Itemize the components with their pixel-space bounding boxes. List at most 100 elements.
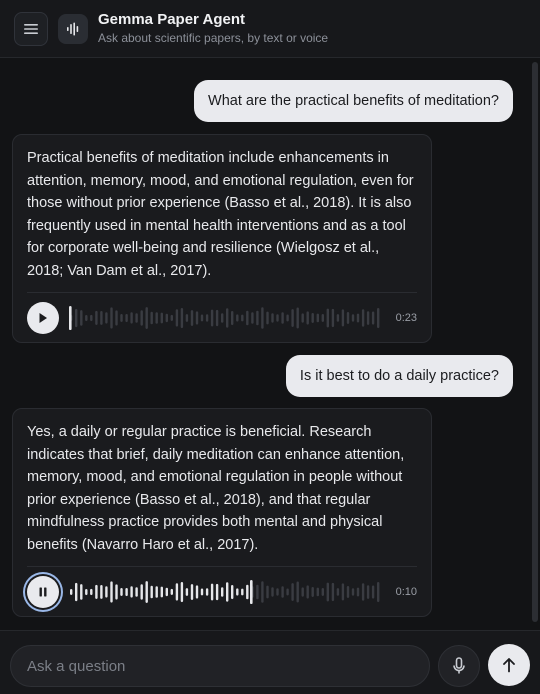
- chat-log[interactable]: What are the practical benefits of medit…: [0, 59, 540, 630]
- waveform-bar: [256, 310, 259, 325]
- waveform-bar: [281, 585, 284, 598]
- waveform-bar: [110, 306, 113, 329]
- waveform-bar: [251, 311, 254, 324]
- waveform-bar: [170, 314, 173, 321]
- waveform-bar: [105, 585, 108, 598]
- waveform-bar: [70, 588, 73, 595]
- waveform-bar: [316, 587, 319, 596]
- waveform-bar: [80, 583, 83, 600]
- waveform-bar: [210, 583, 214, 600]
- waveform-bar: [195, 310, 199, 325]
- chat-scrollbar[interactable]: [532, 62, 538, 622]
- play-button[interactable]: [27, 301, 59, 334]
- pause-button[interactable]: [27, 575, 59, 608]
- waveform-bar: [170, 588, 173, 595]
- waveform-bar: [276, 313, 279, 322]
- waveform-bar: [341, 308, 345, 326]
- waveform-bar: [271, 312, 274, 323]
- waveform-bar: [160, 586, 163, 597]
- waveform-bar: [155, 585, 158, 598]
- voice-input-button[interactable]: [438, 645, 480, 687]
- assistant-message-text: Practical benefits of meditation include…: [27, 150, 414, 279]
- waveform-bar: [150, 311, 153, 324]
- waveform-bar: [336, 587, 340, 596]
- user-message: Is it best to do a daily practice?: [285, 355, 513, 397]
- waveform-bar: [351, 313, 355, 322]
- waveform-bar: [120, 313, 123, 322]
- waveform-bar: [165, 587, 168, 596]
- waveform-bar: [175, 308, 179, 327]
- assistant-message: Yes, a daily or regular practice is bene…: [12, 408, 432, 617]
- waveform-bar: [120, 587, 123, 596]
- audio-waveform[interactable]: [69, 577, 381, 607]
- waveform-bar: [95, 310, 98, 325]
- microphone-icon: [453, 657, 465, 674]
- menu-button[interactable]: [14, 11, 48, 46]
- waveform-bar: [85, 314, 88, 321]
- waveform-bar: [115, 309, 118, 326]
- waveform-bar: [180, 307, 184, 328]
- waveform-bar: [321, 313, 324, 322]
- waveform-bar: [140, 583, 143, 600]
- play-icon: [39, 312, 47, 323]
- waveform-bar: [306, 310, 309, 325]
- audio-player: 0:10: [27, 566, 417, 616]
- waveform-bar: [145, 580, 148, 603]
- waveform-bar: [321, 587, 324, 596]
- assistant-message: Practical benefits of meditation include…: [12, 134, 432, 343]
- waveform-bar: [100, 310, 103, 325]
- waveform-bar: [135, 586, 138, 597]
- waveform-bar: [311, 312, 314, 323]
- waveform-bar: [341, 582, 345, 600]
- waveform-bar: [185, 313, 189, 322]
- app-header: Gemma Paper Agent Ask about scientific p…: [0, 0, 540, 58]
- waveform-bar: [210, 309, 214, 326]
- waveform-bar: [331, 308, 335, 327]
- waveform-bar: [221, 312, 224, 323]
- waveform-bar: [271, 586, 274, 597]
- waveform-bar: [190, 583, 194, 600]
- waveform-bar: [241, 588, 244, 595]
- waveform-bar: [130, 585, 133, 598]
- waveform-bar: [110, 580, 113, 603]
- waveform-bar: [190, 309, 194, 326]
- waveform-bar: [246, 310, 249, 325]
- waveform-playhead[interactable]: [69, 305, 72, 330]
- waveform-bar: [175, 582, 179, 601]
- waveform-bar: [326, 308, 329, 327]
- audio-waveform[interactable]: [69, 303, 381, 333]
- waveform-bar: [100, 584, 103, 599]
- waveform-bar: [241, 314, 244, 321]
- waveform-bar: [85, 588, 88, 595]
- waveform-bar: [261, 306, 264, 329]
- waveform-bar: [356, 587, 360, 596]
- question-input[interactable]: [10, 645, 430, 687]
- waveform-bar: [215, 309, 219, 326]
- waveform-playhead[interactable]: [250, 579, 253, 604]
- waveform-bar: [130, 311, 133, 324]
- waveform-bar: [185, 587, 189, 596]
- waveform-bar: [200, 588, 204, 595]
- send-button[interactable]: [488, 644, 530, 686]
- waveform-bar: [75, 308, 78, 327]
- waveform-bar: [231, 584, 234, 599]
- waveform-bar: [286, 588, 289, 595]
- audio-duration: 0:10: [395, 585, 417, 598]
- composer: [0, 630, 540, 694]
- app-logo: [58, 13, 88, 44]
- waveform-bar: [140, 309, 143, 326]
- waveform-bar: [95, 584, 98, 599]
- waveform-bar: [105, 311, 108, 324]
- waveform-bar: [226, 307, 229, 328]
- waveform-bar: [145, 306, 148, 329]
- waveform-bar: [291, 582, 294, 601]
- audio-duration: 0:23: [395, 311, 417, 324]
- waveform-bar: [356, 313, 360, 322]
- waveform-bar: [125, 313, 128, 322]
- waveform-bar: [200, 314, 204, 321]
- waveform-bar: [261, 580, 264, 603]
- waveform-bar: [236, 587, 239, 596]
- waveform-bar: [361, 308, 365, 327]
- menu-icon: [24, 23, 38, 34]
- arrow-up-icon: [503, 658, 515, 673]
